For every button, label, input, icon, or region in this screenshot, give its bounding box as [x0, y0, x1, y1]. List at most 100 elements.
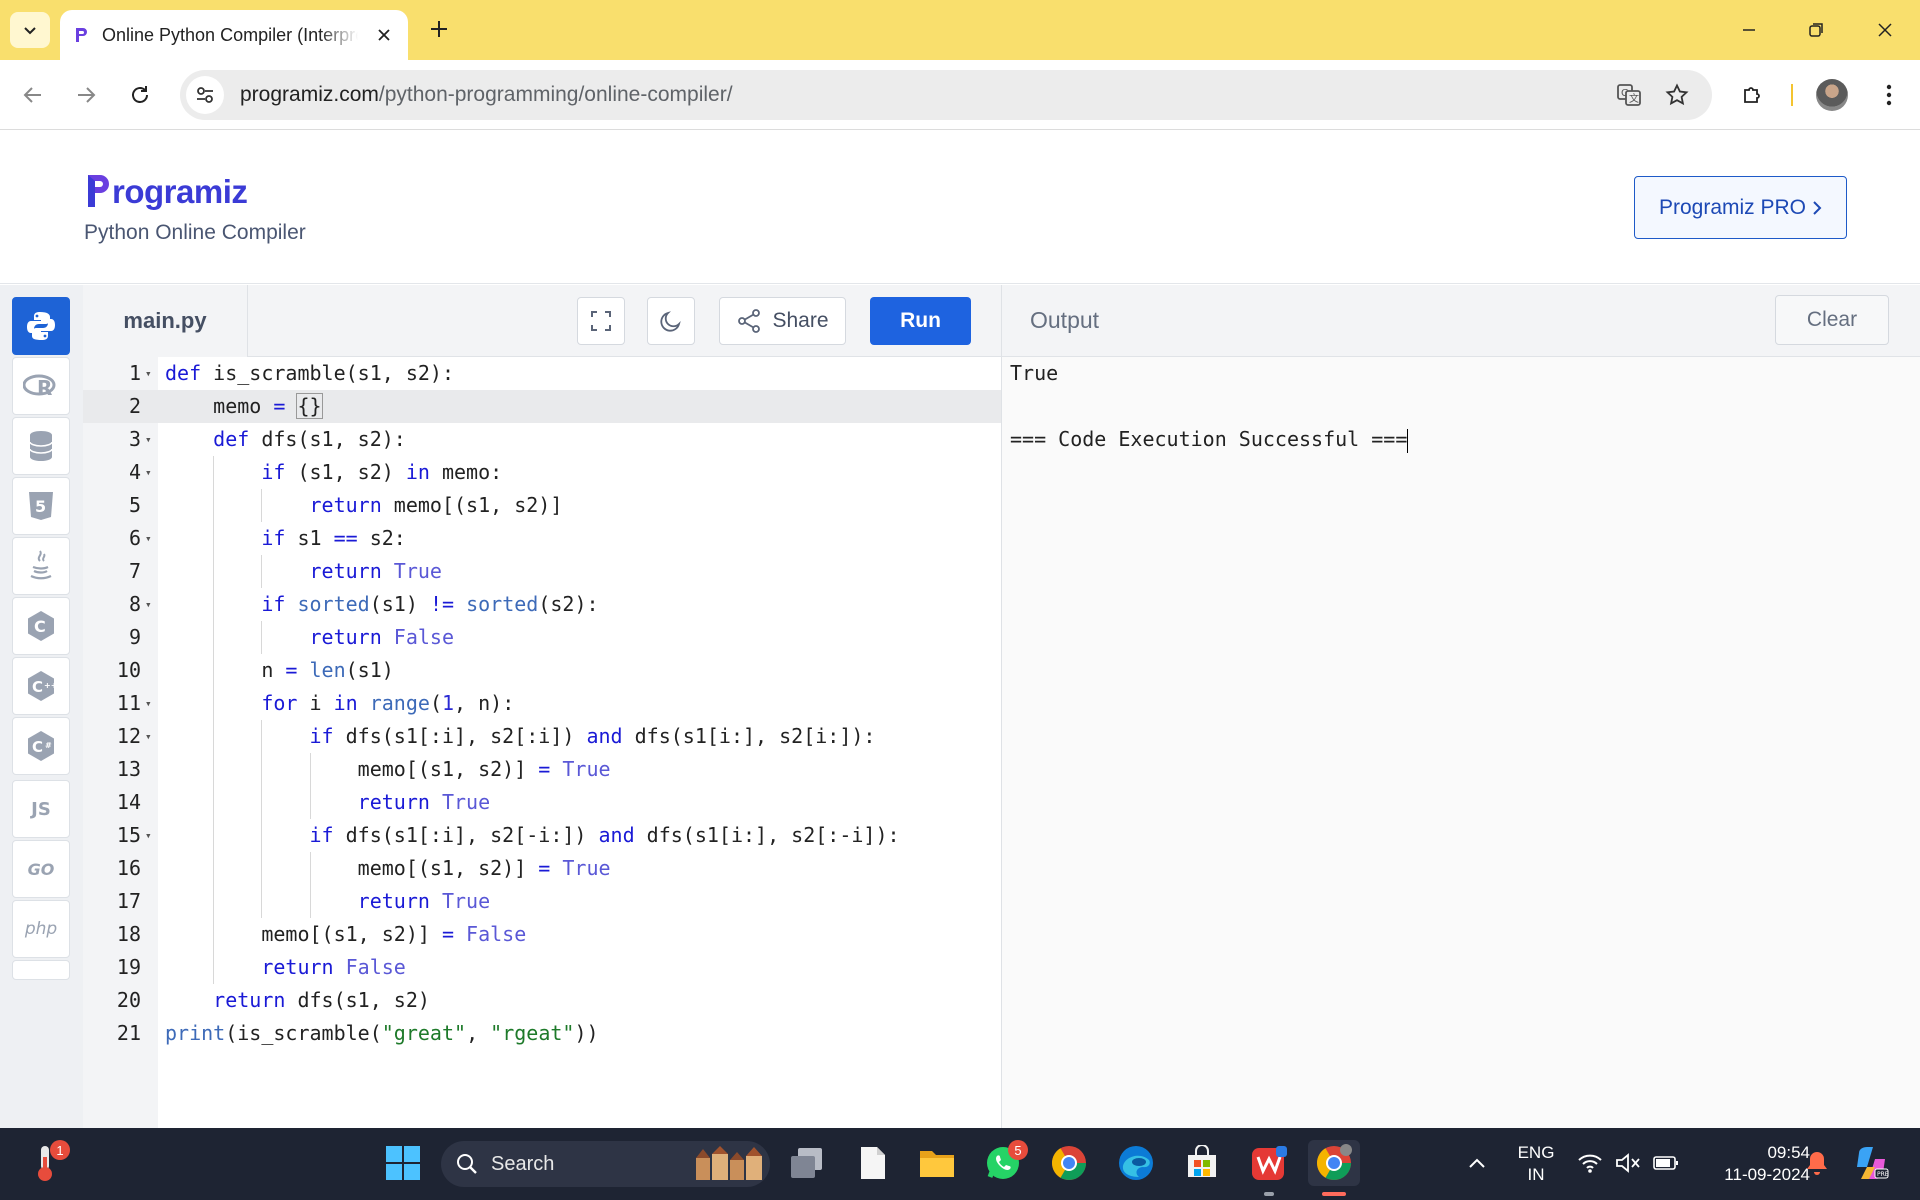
programiz-logo-icon [88, 175, 109, 207]
tray-overflow-button[interactable] [1454, 1140, 1500, 1186]
taskbar-file-explorer[interactable] [914, 1140, 960, 1186]
fold-arrow-icon[interactable]: ▾ [145, 456, 152, 489]
code-editor[interactable]: 1 ▾ def is_scramble(s1, s2): 2 memo = {} 3 ▾ … [83, 357, 1001, 1128]
taskbar-chrome-active[interactable] [1308, 1140, 1360, 1186]
language-js-icon[interactable]: JS [12, 780, 70, 838]
taskbar-chrome[interactable] [1046, 1140, 1092, 1186]
back-button[interactable] [13, 75, 53, 115]
code-line[interactable]: 2 memo = {} [83, 390, 1001, 423]
language-php-icon[interactable]: php [12, 900, 70, 958]
code-line[interactable]: 15 ▾ if dfs(s1[:i], s2[-i:]) and dfs(s1[i… [83, 819, 1001, 852]
fold-arrow-icon[interactable]: ▾ [145, 522, 152, 555]
language-more-icon[interactable] [12, 960, 70, 980]
code-text: return dfs(s1, s2) [213, 988, 430, 1012]
browser-tab-active[interactable]: Online Python Compiler (Interpreter) [60, 10, 408, 60]
fold-arrow-icon[interactable]: ▾ [145, 819, 152, 852]
bookmark-star-icon[interactable] [1660, 78, 1694, 112]
language-r-icon[interactable]: R [12, 357, 70, 415]
fullscreen-icon [591, 311, 611, 331]
clear-button[interactable]: Clear [1775, 295, 1889, 345]
code-line[interactable]: 21 print(is_scramble("great", "rgeat")) [83, 1017, 1001, 1050]
chevron-up-icon [1469, 1158, 1485, 1168]
language-python-icon[interactable] [12, 297, 70, 355]
code-line[interactable]: 7 return True [83, 555, 1001, 588]
svg-text:C: C [32, 678, 43, 696]
volume-muted-icon[interactable] [1608, 1140, 1648, 1186]
clock[interactable]: 09:54 11-09-2024 [1700, 1142, 1810, 1186]
code-line[interactable]: 19 return False [83, 951, 1001, 984]
language-indicator[interactable]: ENG IN [1512, 1142, 1560, 1186]
fold-arrow-icon[interactable]: ▾ [145, 687, 152, 720]
language-c-icon[interactable]: C [12, 597, 70, 655]
new-tab-button[interactable] [424, 14, 454, 44]
theme-toggle-button[interactable] [647, 297, 695, 345]
copilot-icon[interactable]: PRE [1848, 1140, 1894, 1186]
code-line[interactable]: 17 return True [83, 885, 1001, 918]
taskbar-edge[interactable] [1113, 1140, 1159, 1186]
code-line[interactable]: 3 ▾ def dfs(s1, s2): [83, 423, 1001, 456]
notification-bell-icon[interactable] [1796, 1140, 1838, 1186]
fold-arrow-icon[interactable]: ▾ [145, 588, 152, 621]
code-line[interactable]: 18 memo[(s1, s2)] = False [83, 918, 1001, 951]
run-button[interactable]: Run [870, 297, 971, 345]
profile-avatar[interactable] [1816, 79, 1848, 111]
code-line[interactable]: 13 memo[(s1, s2)] = True [83, 753, 1001, 786]
battery-icon[interactable] [1646, 1140, 1686, 1186]
tab-close-icon[interactable] [372, 23, 396, 47]
code-line[interactable]: 8 ▾ if sorted(s1) != sorted(s2): [83, 588, 1001, 621]
language-html-icon[interactable]: 5 [12, 477, 70, 535]
wifi-icon[interactable] [1570, 1140, 1610, 1186]
output-console[interactable]: True === Code Execution Successful === [1001, 357, 1920, 1128]
reload-button[interactable] [120, 75, 160, 115]
language-java-icon[interactable] [12, 537, 70, 595]
code-line[interactable]: 16 memo[(s1, s2)] = True [83, 852, 1001, 885]
language-sql-icon[interactable] [12, 417, 70, 475]
taskbar-wps[interactable] [1246, 1140, 1292, 1186]
extensions-button[interactable] [1734, 76, 1772, 114]
fold-arrow-icon[interactable]: ▾ [145, 720, 152, 753]
forward-button[interactable] [66, 75, 106, 115]
address-bar[interactable]: programiz.com/python-programming/online-… [180, 70, 1712, 120]
language-csharp-icon[interactable]: C # [12, 717, 70, 775]
fold-arrow-icon[interactable]: ▾ [145, 423, 152, 456]
taskbar-search[interactable]: Search [441, 1141, 770, 1187]
chevron-right-icon [1813, 200, 1822, 215]
programiz-pro-button[interactable]: Programiz PRO [1634, 176, 1847, 239]
fold-arrow-icon[interactable]: ▾ [145, 357, 152, 390]
taskbar-store[interactable] [1179, 1140, 1225, 1186]
tab-search-button[interactable] [10, 12, 50, 48]
browser-tabstrip: Online Python Compiler (Interpreter) [0, 0, 1920, 60]
file-tab-main[interactable]: main.py [83, 285, 248, 357]
close-window-button[interactable] [1862, 8, 1908, 52]
code-line[interactable]: 12 ▾ if dfs(s1[:i], s2[:i]) and dfs(s1[i:… [83, 720, 1001, 753]
code-line[interactable]: 4 ▾ if (s1, s2) in memo: [83, 456, 1001, 489]
line-number: 20 [116, 988, 141, 1012]
restore-button[interactable] [1793, 8, 1839, 52]
code-line[interactable]: 14 return True [83, 786, 1001, 819]
line-number: 2 [128, 394, 141, 418]
code-line[interactable]: 5 return memo[(s1, s2)] [83, 489, 1001, 522]
code-line[interactable]: 1 ▾ def is_scramble(s1, s2): [83, 357, 1001, 390]
line-number: 3 [128, 427, 141, 451]
site-info-button[interactable] [186, 76, 224, 114]
code-text: return True [309, 559, 442, 583]
code-line[interactable]: 9 return False [83, 621, 1001, 654]
code-line[interactable]: 6 ▾ if s1 == s2: [83, 522, 1001, 555]
code-text: return True [357, 889, 491, 913]
code-text: if sorted(s1) != sorted(s2): [261, 592, 599, 616]
task-view-button[interactable] [784, 1140, 830, 1186]
code-line[interactable]: 10 n = len(s1) [83, 654, 1001, 687]
start-button[interactable] [380, 1140, 426, 1186]
menu-button[interactable] [1870, 76, 1908, 114]
taskbar-file-app[interactable] [850, 1140, 896, 1186]
arrow-right-icon [78, 87, 96, 103]
programiz-logo[interactable]: rogramiz [86, 171, 248, 211]
translate-icon[interactable]: G文 [1612, 78, 1646, 112]
language-cpp-icon[interactable]: C ++ [12, 657, 70, 715]
code-line[interactable]: 20 return dfs(s1, s2) [83, 984, 1001, 1017]
code-line[interactable]: 11 ▾ for i in range(1, n): [83, 687, 1001, 720]
share-button[interactable]: Share [719, 297, 846, 345]
minimize-button[interactable] [1726, 8, 1772, 52]
language-go-icon[interactable]: GO [12, 840, 70, 898]
fullscreen-button[interactable] [577, 297, 625, 345]
